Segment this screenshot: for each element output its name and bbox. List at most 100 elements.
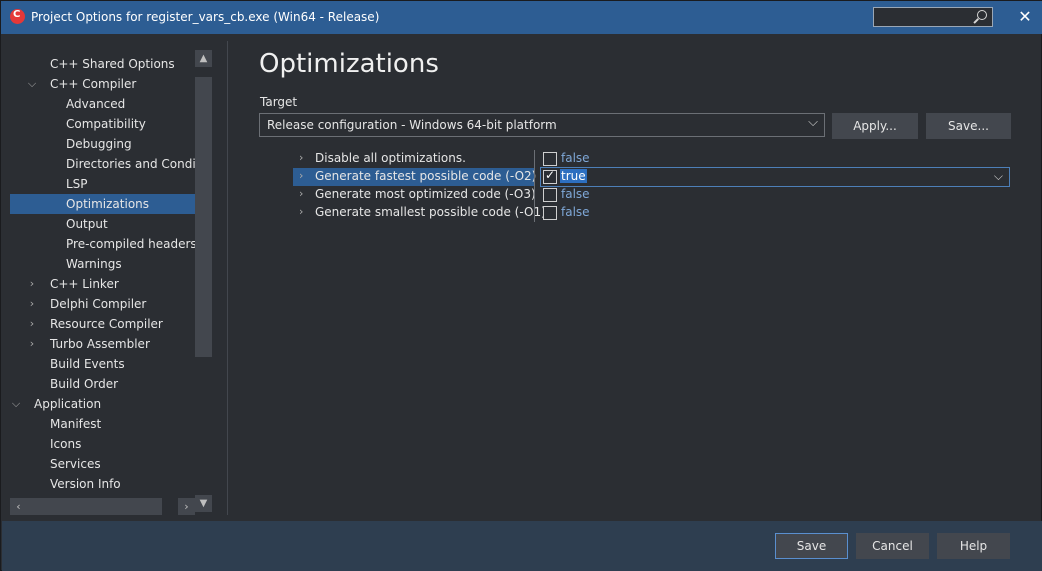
tree-item[interactable]: ⌵ C++ Compiler (2, 74, 194, 94)
option-checkbox[interactable] (543, 188, 557, 202)
tree-horizontal-scrollbar[interactable]: ‹ › (10, 498, 196, 515)
target-label: Target (260, 95, 298, 109)
tree-item-label: Services (50, 457, 101, 471)
tree-item[interactable]: Build Order (2, 374, 194, 394)
option-value: false (561, 187, 590, 201)
search-icon (977, 10, 987, 20)
option-row[interactable]: › Generate most optimized code (-O3) false (293, 186, 1011, 204)
tree-item-label: Optimizations (66, 197, 150, 211)
tree-item-label: Directories and Conditio (66, 157, 212, 171)
close-icon[interactable]: ✕ (1015, 7, 1035, 27)
tree-item[interactable]: Pre-compiled headers (2, 234, 197, 254)
apply-button[interactable]: Apply... (832, 113, 918, 139)
tree-item[interactable]: › C++ Linker (2, 274, 194, 294)
tree-item-label: Delphi Compiler (50, 297, 147, 311)
option-checkbox[interactable] (543, 168, 557, 184)
chevron-right-icon[interactable]: › (299, 169, 303, 182)
tree-item-label: Manifest (50, 417, 102, 431)
hscroll-thumb[interactable] (10, 498, 162, 515)
option-value: true (560, 169, 587, 183)
tree-item-label: Warnings (66, 257, 122, 271)
page-title: Optimizations (259, 49, 439, 79)
tree-item[interactable]: › Turbo Assembler (2, 334, 194, 354)
tree-item[interactable]: Debugging (2, 134, 194, 154)
scroll-down-icon[interactable]: ▼ (195, 495, 212, 512)
tree-item[interactable]: › Resource Compiler (2, 314, 194, 334)
tree-item-label: Build Order (50, 377, 119, 391)
option-row[interactable]: › Disable all optimizations. false (293, 150, 1011, 168)
tree-item[interactable]: LSP (2, 174, 194, 194)
tree-item[interactable]: C++ Shared Options (2, 54, 194, 74)
tree-item-label: Build Events (50, 357, 125, 371)
chevron-down-icon[interactable]: ⌵ (994, 169, 1003, 184)
option-value: false (561, 205, 590, 219)
tree-item-label: Pre-compiled headers (66, 237, 197, 251)
tree-item[interactable]: Services (2, 454, 194, 474)
chevron-right-icon[interactable]: › (26, 274, 38, 294)
tree-item[interactable]: Version Info (2, 474, 194, 494)
help-button[interactable]: Help (937, 533, 1010, 559)
save-config-button[interactable]: Save... (926, 113, 1011, 139)
window-title: Project Options for register_vars_cb.exe… (31, 10, 380, 24)
save-button[interactable]: Save (775, 533, 848, 559)
tree-item-label: C++ Compiler (50, 77, 137, 91)
tree-item-label: LSP (66, 177, 88, 191)
tree-item[interactable]: Directories and Conditio (2, 154, 211, 174)
tree-item-label: Output (66, 217, 108, 231)
chevron-down-icon[interactable]: ⌵ (10, 394, 22, 414)
tree-item[interactable]: Compatibility (2, 114, 194, 134)
chevron-right-icon[interactable]: › (26, 294, 38, 314)
tree-item[interactable]: Build Events (2, 354, 194, 374)
tree-item[interactable]: Manifest (2, 414, 194, 434)
search-input[interactable] (873, 7, 993, 27)
target-dropdown[interactable]: Release configuration - Windows 64-bit p… (259, 113, 825, 137)
option-name: Generate fastest possible code (-O2) (315, 169, 537, 183)
tree-item-label: Turbo Assembler (50, 337, 150, 351)
scroll-thumb[interactable] (195, 77, 212, 357)
project-options-window: Project Options for register_vars_cb.exe… (0, 0, 1042, 571)
option-row[interactable]: › Generate smallest possible code (-O1) fa… (293, 204, 1011, 222)
chevron-right-icon[interactable]: › (26, 334, 38, 354)
option-checkbox[interactable] (543, 206, 557, 220)
chevron-right-icon[interactable]: › (299, 151, 303, 164)
target-dropdown-value: Release configuration - Windows 64-bit p… (267, 118, 557, 132)
tree-item[interactable]: › Delphi Compiler (2, 294, 194, 314)
column-divider (534, 150, 535, 168)
panel-divider (227, 41, 228, 515)
options-tree: C++ Shared Options ⌵ C++ Compiler Advanced C… (2, 34, 228, 521)
scroll-up-icon[interactable]: ▲ (195, 50, 212, 67)
tree-item[interactable]: Warnings (2, 254, 194, 274)
title-bar: Project Options for register_vars_cb.exe… (1, 1, 1042, 34)
cancel-button[interactable]: Cancel (856, 533, 929, 559)
chevron-right-icon[interactable]: › (299, 205, 303, 218)
scroll-left-icon[interactable]: ‹ (10, 498, 27, 515)
chevron-right-icon[interactable]: › (26, 314, 38, 334)
scroll-right-icon[interactable]: › (178, 498, 195, 515)
tree-item-label: C++ Linker (50, 277, 119, 291)
tree-item[interactable]: Icons (2, 434, 194, 454)
value-dropdown[interactable]: ⌵ (540, 167, 1010, 187)
tree-item-label: Application (34, 397, 102, 411)
chevron-down-icon[interactable]: ⌵ (26, 74, 38, 94)
option-checkbox[interactable] (543, 152, 557, 166)
chevron-down-icon: ⌵ (808, 115, 818, 130)
tree-item-label: C++ Shared Options (50, 57, 175, 71)
option-row[interactable]: ⌵ › Generate fastest possible code (-O2) tr… (293, 167, 1011, 187)
column-divider (534, 204, 535, 222)
cbuilder-app-icon (10, 9, 25, 24)
tree-item[interactable]: Output (2, 214, 194, 234)
tree-item-label: Icons (50, 437, 82, 451)
tree-item[interactable]: Optimizations (10, 194, 195, 214)
column-divider (534, 168, 535, 186)
option-value: false (561, 151, 590, 165)
option-name: Generate most optimized code (-O3) (315, 187, 536, 201)
tree-item[interactable]: Advanced (2, 94, 194, 114)
tree-item-label: Resource Compiler (50, 317, 163, 331)
option-name: Disable all optimizations. (315, 151, 466, 165)
column-divider (534, 186, 535, 204)
option-name: Generate smallest possible code (-O1) (315, 205, 546, 219)
tree-item[interactable]: ⌵ Application (2, 394, 194, 414)
chevron-right-icon[interactable]: › (299, 187, 303, 200)
tree-vertical-scrollbar[interactable]: ▲ ▼ (195, 50, 212, 512)
tree-item-label: Version Info (50, 477, 121, 491)
